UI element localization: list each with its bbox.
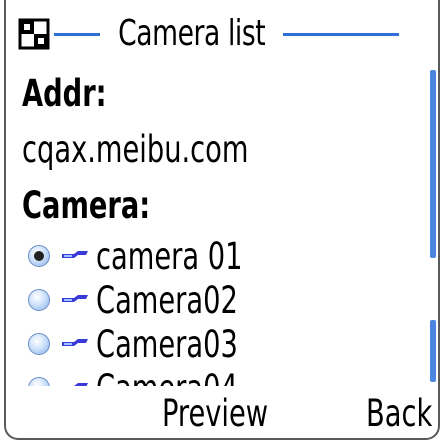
camera-label: Camera: [22, 184, 151, 227]
addr-field[interactable]: cqax.meibu.com [22, 122, 342, 178]
phone-screen: Camera list Addr: cqax.meibu.com Camera:… [0, 0, 444, 448]
preview-softkey[interactable]: Preview [162, 388, 268, 440]
title-rule-right [283, 32, 400, 36]
app-window-icon [18, 18, 50, 50]
title-bar: Camera list [18, 6, 444, 62]
radio-checked-icon[interactable] [28, 245, 50, 267]
camera-icon [62, 383, 88, 386]
page-title: Camera list [118, 13, 266, 54]
camera-option-label: Camera02 [96, 278, 238, 322]
softkey-bar: Preview Back [0, 388, 444, 440]
scrollbar[interactable] [430, 70, 438, 382]
camera-icon [62, 295, 88, 302]
radio-unchecked-icon[interactable] [28, 333, 50, 355]
camera-icon [62, 251, 88, 258]
radio-unchecked-icon[interactable] [28, 377, 50, 386]
scrollbar-thumb[interactable] [430, 70, 436, 258]
camera-option-2[interactable]: Camera02 [22, 278, 412, 322]
camera-option-3[interactable]: Camera03 [22, 322, 412, 366]
scrollbar-indicator [430, 320, 436, 382]
form-content: Addr: cqax.meibu.com Camera: camera 01 C… [22, 66, 412, 386]
camera-option-label: Camera04 [96, 367, 238, 387]
title-rule-left [54, 32, 100, 36]
radio-unchecked-icon[interactable] [28, 289, 50, 311]
camera-option-label: Camera03 [96, 322, 238, 366]
camera-option-4[interactable]: Camera04 [22, 366, 412, 386]
camera-option-1[interactable]: camera 01 [22, 234, 412, 278]
back-softkey[interactable]: Back [366, 388, 432, 440]
camera-icon [62, 339, 88, 346]
camera-option-label: camera 01 [96, 234, 243, 278]
addr-label: Addr: [22, 72, 107, 115]
